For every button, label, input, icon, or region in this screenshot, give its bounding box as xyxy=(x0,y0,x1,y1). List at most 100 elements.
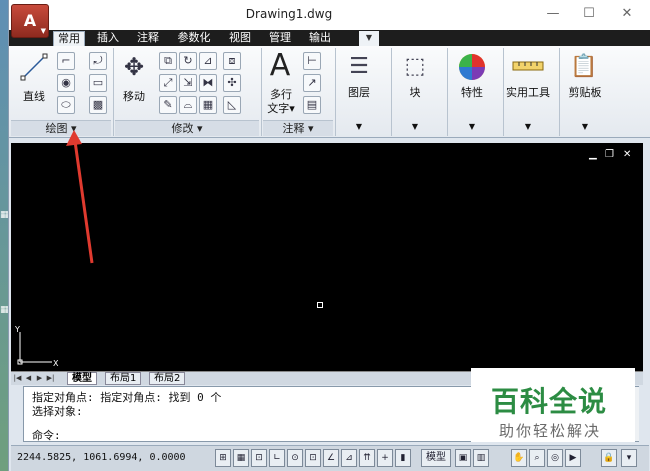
panel-divider xyxy=(447,48,448,136)
table-icon[interactable]: ▤ xyxy=(303,96,321,114)
dynamic-input-icon[interactable]: + xyxy=(377,449,393,467)
hatch-icon[interactable]: ▩ xyxy=(89,96,107,114)
line-button-label[interactable]: 直线 xyxy=(17,88,51,104)
command-history-line: 选择对象: xyxy=(32,405,83,418)
toolbar-lock-icon[interactable]: 🔒 xyxy=(601,449,617,467)
erase-icon[interactable]: ✎ xyxy=(159,96,177,114)
lineweight-icon[interactable]: ▮ xyxy=(395,449,411,467)
caret-down-icon: ▼ xyxy=(40,27,46,35)
next-layout-arrow[interactable]: ▶ xyxy=(35,373,44,384)
pan-icon[interactable]: ✋ xyxy=(511,449,527,467)
annotation-panel-title[interactable]: 注释 ▾ xyxy=(263,120,333,136)
rectangle-icon[interactable]: ▭ xyxy=(89,74,107,92)
crosshair-pickbox xyxy=(317,302,323,308)
window-title: Drawing1.dwg xyxy=(245,7,333,21)
block-expand-icon[interactable]: ▼ xyxy=(395,122,435,131)
utilities-button-label[interactable]: 实用工具 xyxy=(503,84,553,100)
ribbon-tab-bar: 常用 插入 注释 参数化 视图 管理 输出 ▼ xyxy=(9,30,650,46)
move-button-label[interactable]: 移动 xyxy=(117,88,151,104)
command-prompt[interactable]: 命令: xyxy=(32,427,61,443)
infer-constraints-icon[interactable]: ⊞ xyxy=(215,449,231,467)
first-layout-arrow[interactable]: |◀ xyxy=(13,373,22,384)
chamfer-icon[interactable]: ◺ xyxy=(223,96,241,114)
model-space-button[interactable]: 模型 xyxy=(421,449,451,467)
block-icon[interactable]: ⬚ xyxy=(399,52,431,82)
minimize-button[interactable]: — xyxy=(539,4,567,24)
object-snap-tracking-icon[interactable]: ⊿ xyxy=(341,449,357,467)
offset-icon[interactable]: ⧈ xyxy=(223,52,241,70)
polar-tracking-icon[interactable]: ⊙ xyxy=(287,449,303,467)
zoom-icon[interactable]: ⌕ xyxy=(529,449,545,467)
tab-annotate[interactable]: 注释 xyxy=(133,31,163,46)
coordinate-readout[interactable]: 2244.5825, 1061.6994, 0.0000 xyxy=(17,452,186,463)
copy-icon[interactable]: ⧉ xyxy=(159,52,177,70)
clipboard-icon[interactable]: 📋 xyxy=(569,52,599,82)
maximize-button[interactable]: ☐ xyxy=(575,4,603,24)
panel-divider xyxy=(559,48,560,136)
measure-ruler-icon[interactable] xyxy=(511,56,545,76)
dynamic-ucs-icon[interactable]: ⇈ xyxy=(359,449,375,467)
layers-icon[interactable]: ☰ xyxy=(343,52,375,82)
last-layout-arrow[interactable]: ▶| xyxy=(46,373,55,384)
clipboard-button-label[interactable]: 剪贴板 xyxy=(561,84,609,100)
watermark: 百科全说 助你轻松解决 xyxy=(471,368,635,442)
viewport-minimize-icon[interactable]: ▁ xyxy=(589,149,597,160)
fillet-icon[interactable]: ⌓ xyxy=(179,96,197,114)
polyline-icon[interactable]: ⌐ xyxy=(57,52,75,70)
quick-view-layouts-icon[interactable]: ▣ xyxy=(455,449,471,467)
properties-expand-icon[interactable]: ▼ xyxy=(451,122,493,131)
tab-home[interactable]: 常用 xyxy=(53,31,85,46)
ortho-mode-icon[interactable]: ∟ xyxy=(269,449,285,467)
arc-icon[interactable]: ⤾ xyxy=(89,52,107,70)
dimension-icon[interactable]: ⊢ xyxy=(303,52,321,70)
move-icon[interactable]: ✥ xyxy=(119,52,149,82)
tab-insert[interactable]: 插入 xyxy=(93,31,123,46)
tab-manage[interactable]: 管理 xyxy=(265,31,295,46)
grid-display-icon[interactable]: ⊡ xyxy=(251,449,267,467)
modify-panel-title[interactable]: 修改 ▾ xyxy=(115,120,259,136)
ellipse-icon[interactable]: ⬭ xyxy=(57,96,75,114)
utilities-expand-icon[interactable]: ▼ xyxy=(503,122,553,131)
ribbon-minimize-icon[interactable]: ▼ xyxy=(359,31,379,46)
prev-layout-arrow[interactable]: ◀ xyxy=(24,373,33,384)
watermark-subtitle: 助你轻松解决 xyxy=(499,422,602,440)
quick-view-drawings-icon[interactable]: ▥ xyxy=(473,449,489,467)
stretch-icon[interactable]: ⇲ xyxy=(179,74,197,92)
rotate-icon[interactable]: ↻ xyxy=(179,52,197,70)
properties-color-wheel-icon[interactable] xyxy=(457,52,487,82)
tab-parametric[interactable]: 参数化 xyxy=(173,31,215,46)
multiline-text-label-2[interactable]: 文字▾ xyxy=(263,100,299,116)
viewport-close-icon[interactable]: ✕ xyxy=(623,149,631,160)
close-button[interactable]: ✕ xyxy=(613,4,641,24)
tab-layout2[interactable]: 布局2 xyxy=(149,372,186,385)
tab-output[interactable]: 输出 xyxy=(305,31,335,46)
trim-icon[interactable]: ⊿ xyxy=(199,52,217,70)
layers-button-label[interactable]: 图层 xyxy=(339,84,379,100)
3d-object-snap-icon[interactable]: ∠ xyxy=(323,449,339,467)
tab-layout1[interactable]: 布局1 xyxy=(105,372,142,385)
block-button-label[interactable]: 块 xyxy=(395,84,435,100)
multiline-text-icon[interactable]: A xyxy=(265,48,295,84)
array-icon[interactable]: ▦ xyxy=(199,96,217,114)
clipboard-expand-icon[interactable]: ▼ xyxy=(561,122,609,131)
ucs-x-label: X xyxy=(53,359,59,368)
leader-icon[interactable]: ↗ xyxy=(303,74,321,92)
properties-button-label[interactable]: 特性 xyxy=(451,84,493,100)
tab-model[interactable]: 模型 xyxy=(67,372,97,385)
object-snap-icon[interactable]: ⊡ xyxy=(305,449,321,467)
command-window-handle[interactable] xyxy=(11,386,23,442)
line-tool-icon[interactable] xyxy=(17,52,51,82)
status-bar-menu-icon[interactable]: ▾ xyxy=(621,449,637,467)
snap-mode-icon[interactable]: ▦ xyxy=(233,449,249,467)
application-menu-button[interactable]: A ▼ xyxy=(11,4,49,38)
showmotion-icon[interactable]: ▶ xyxy=(565,449,581,467)
viewport-restore-icon[interactable]: ❐ xyxy=(605,149,614,160)
layers-expand-icon[interactable]: ▼ xyxy=(339,122,379,131)
panel-divider xyxy=(113,48,114,136)
mirror-icon[interactable]: ⧓ xyxy=(199,74,217,92)
circle-icon[interactable]: ◉ xyxy=(57,74,75,92)
explode-icon[interactable]: ✣ xyxy=(223,74,241,92)
steering-wheel-icon[interactable]: ◎ xyxy=(547,449,563,467)
tab-view[interactable]: 视图 xyxy=(225,31,255,46)
scale-icon[interactable]: ⤢ xyxy=(159,74,177,92)
